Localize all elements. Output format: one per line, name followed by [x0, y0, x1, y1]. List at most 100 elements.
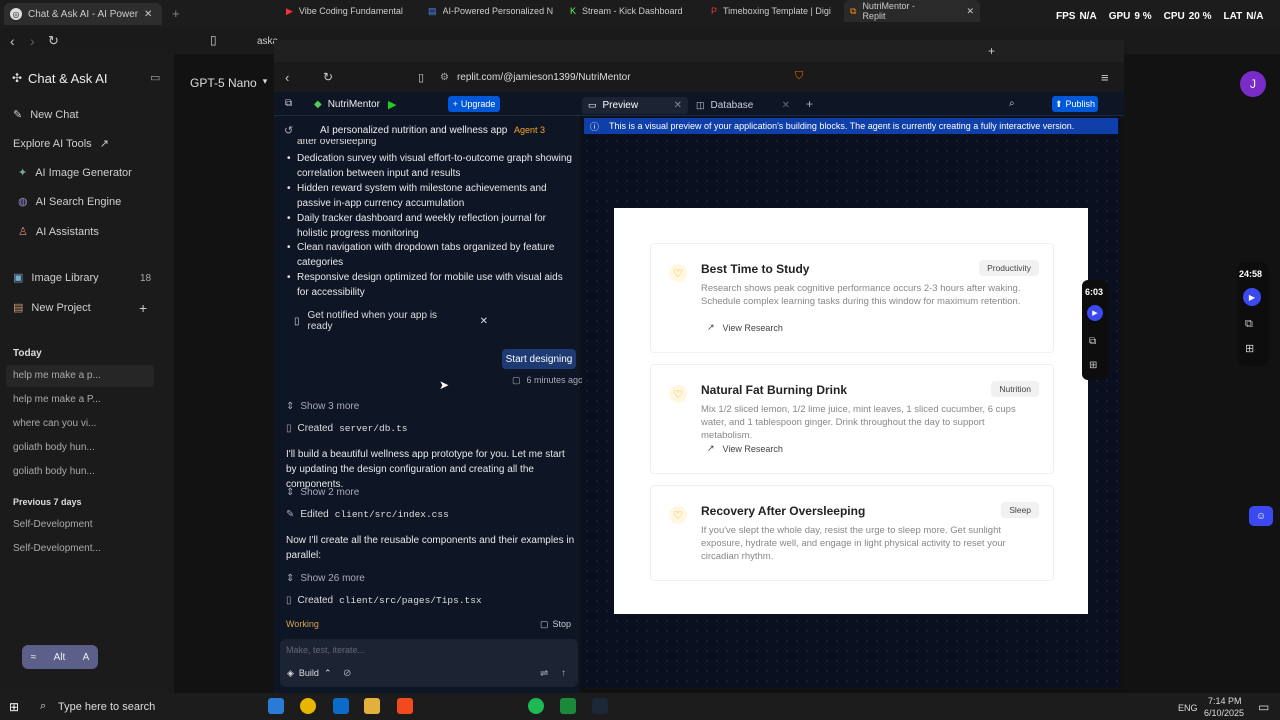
inner-tab-active[interactable]: ⧉ NutriMentor - Replit ✕ [844, 0, 980, 22]
taskbar [0, 693, 1280, 720]
close-icon[interactable]: ✕ [144, 9, 152, 20]
run-icon[interactable]: ▶ [388, 98, 396, 111]
file-icon: ▯ [286, 423, 292, 434]
history-item[interactable]: Self-Development... [13, 543, 101, 554]
clock-date[interactable]: 6/10/2025 [1204, 708, 1244, 718]
spotify-icon[interactable] [528, 698, 544, 714]
build-mode-button[interactable]: ◈ Build ⌃ [287, 668, 331, 679]
inner-tab[interactable]: ▶ Vibe Coding Fundamental [280, 0, 422, 22]
collapse-sidebar-icon[interactable]: ▭ [150, 71, 160, 84]
attach-icon[interactable]: ⊘ [343, 668, 351, 679]
tool-assistants[interactable]: ♙ AI Assistants [18, 225, 99, 239]
reload-icon[interactable]: ↻ [48, 33, 59, 49]
stop-button[interactable]: ▢ Stop [540, 619, 571, 630]
show-more-1[interactable]: ⇕ Show 3 more [286, 401, 359, 412]
back-icon[interactable]: ‹ [285, 70, 289, 85]
right-gutter [1124, 54, 1280, 693]
tip-body: Mix 1/2 sliced lemon, 1/2 lime juice, mi… [701, 404, 1016, 441]
tip-card[interactable]: ♡ Recovery After Oversleeping Sleep If y… [650, 485, 1054, 581]
model-selector[interactable]: GPT-5 Nano ▾ [190, 76, 267, 90]
tip-card[interactable]: ♡ Best Time to Study Productivity Resear… [650, 243, 1054, 353]
explore-tools-link[interactable]: Explore AI Tools ↗ [13, 137, 109, 151]
external-link-icon: ↗ [99, 138, 109, 150]
history-item[interactable]: help me make a p... [13, 370, 101, 381]
windows-start-icon[interactable]: ⊞ [9, 700, 19, 714]
stop-icon: ▢ [540, 619, 549, 629]
tab-database[interactable]: ◫ Database ✕ [690, 97, 796, 114]
explorer-icon[interactable] [364, 698, 380, 714]
excel-icon[interactable] [560, 698, 576, 714]
tool-search-engine[interactable]: ◍ AI Search Engine [18, 195, 121, 209]
search-icon: ⌕ [40, 700, 47, 712]
notify-chip[interactable]: ▯ Get notified when your app is ready ✕ [286, 310, 488, 332]
start-designing-button[interactable]: Start designing [502, 349, 576, 369]
replit-logo-icon[interactable]: ⧉ [285, 98, 292, 109]
view-research-link[interactable]: ↗ View Research [707, 443, 783, 454]
bookmark-icon[interactable]: ▯ [418, 71, 424, 84]
inner-tab[interactable]: P Timeboxing Template | Digital [705, 0, 845, 22]
project-name[interactable]: ◆ NutriMentor [314, 99, 380, 110]
view-research-link[interactable]: ↗ View Research [707, 322, 783, 333]
user-avatar[interactable]: J [1240, 71, 1266, 97]
close-icon[interactable]: ✕ [782, 100, 790, 111]
edge-icon[interactable] [268, 698, 284, 714]
ai-toolbar-pill[interactable]: ≈ Alt A [22, 645, 98, 669]
bookmark-icon[interactable]: ▯ [210, 33, 217, 47]
previous-label: Previous 7 days [13, 497, 82, 507]
add-tab-icon[interactable]: + [806, 97, 813, 111]
screenshot-icon[interactable]: ⧉ [1245, 318, 1253, 331]
tool-image-generator[interactable]: ✦ AI Image Generator [18, 166, 132, 180]
outer-tab-active[interactable]: ◎ Chat & Ask AI - AI Powered Cha ✕ [4, 3, 162, 25]
settings-sliders-icon[interactable]: ⇌ [540, 668, 548, 679]
inner-tab[interactable]: ▤AI-Powered Personalized Nutri [422, 0, 560, 22]
bookmark-add-icon[interactable]: ⊞ [1245, 342, 1254, 355]
brave-shield-icon[interactable]: ⛉ [795, 70, 803, 83]
taskbar-search[interactable]: Type here to search [58, 701, 155, 713]
history-icon[interactable]: ↺ [284, 124, 293, 137]
play-icon[interactable]: ▶ [1243, 288, 1261, 306]
play-icon[interactable]: ▶ [1087, 305, 1103, 321]
close-icon[interactable]: ✕ [480, 316, 488, 327]
chrome-icon[interactable] [300, 698, 316, 714]
clock-time[interactable]: 7:14 PM [1208, 696, 1242, 706]
new-chat-button[interactable]: ✎ New Chat [13, 108, 79, 122]
back-icon[interactable]: ‹ [10, 33, 15, 49]
show-more-3[interactable]: ⇕ Show 26 more [286, 573, 365, 584]
publish-button[interactable]: ⬆ Publish [1052, 96, 1098, 112]
reload-icon[interactable]: ↻ [323, 70, 333, 84]
address-bar[interactable]: ⚙ replit.com/@jamieson1399/NutriMentor [440, 68, 740, 86]
upgrade-button[interactable]: + Upgrade [448, 96, 500, 112]
menu-icon[interactable]: ≡ [1101, 70, 1109, 85]
history-item[interactable]: help me make a P... [13, 394, 101, 405]
close-icon[interactable]: ✕ [674, 100, 682, 111]
new-tab-icon[interactable]: + [172, 6, 180, 21]
forward-icon[interactable]: › [30, 33, 35, 49]
new-tab-icon[interactable]: + [988, 44, 995, 58]
history-item[interactable]: Self-Development [13, 519, 92, 530]
lightbulb-icon: ♡ [669, 506, 687, 524]
history-item[interactable]: where can you vi... [13, 418, 96, 429]
close-icon[interactable]: ✕ [966, 6, 974, 17]
send-icon[interactable]: ↑ [561, 668, 566, 679]
inner-tab[interactable]: K Stream - Kick Dashboard [564, 0, 702, 22]
history-item[interactable]: goliath body hun... [13, 466, 95, 477]
language-indicator[interactable]: ENG [1178, 703, 1198, 713]
plus-icon[interactable]: + [139, 300, 147, 316]
publish-icon: ⬆ [1054, 98, 1063, 109]
new-project-button[interactable]: ▤ New Project [13, 301, 91, 315]
tip-body: If you've slept the whole day, resist th… [701, 525, 1006, 562]
brave-icon[interactable] [397, 698, 413, 714]
bookmark-add-icon[interactable]: ⊞ [1089, 360, 1097, 371]
tab-preview[interactable]: ▭ Preview ✕ [582, 97, 688, 114]
history-item[interactable]: goliath body hun... [13, 442, 95, 453]
screenshot-icon[interactable]: ⧉ [1089, 336, 1096, 347]
discord-icon[interactable]: ☺ [1249, 506, 1273, 526]
tip-card[interactable]: ♡ Natural Fat Burning Drink Nutrition Mi… [650, 364, 1054, 474]
outlook-icon[interactable] [333, 698, 349, 714]
steam-icon[interactable] [592, 698, 608, 714]
image-library-link[interactable]: ▣ Image Library [13, 271, 99, 285]
notification-icon[interactable]: ▭ [1258, 700, 1269, 714]
show-more-2[interactable]: ⇕ Show 2 more [286, 487, 359, 498]
chat-input-placeholder: Make, test, iterate... [286, 645, 366, 655]
search-icon[interactable]: ⌕ [1009, 98, 1015, 109]
